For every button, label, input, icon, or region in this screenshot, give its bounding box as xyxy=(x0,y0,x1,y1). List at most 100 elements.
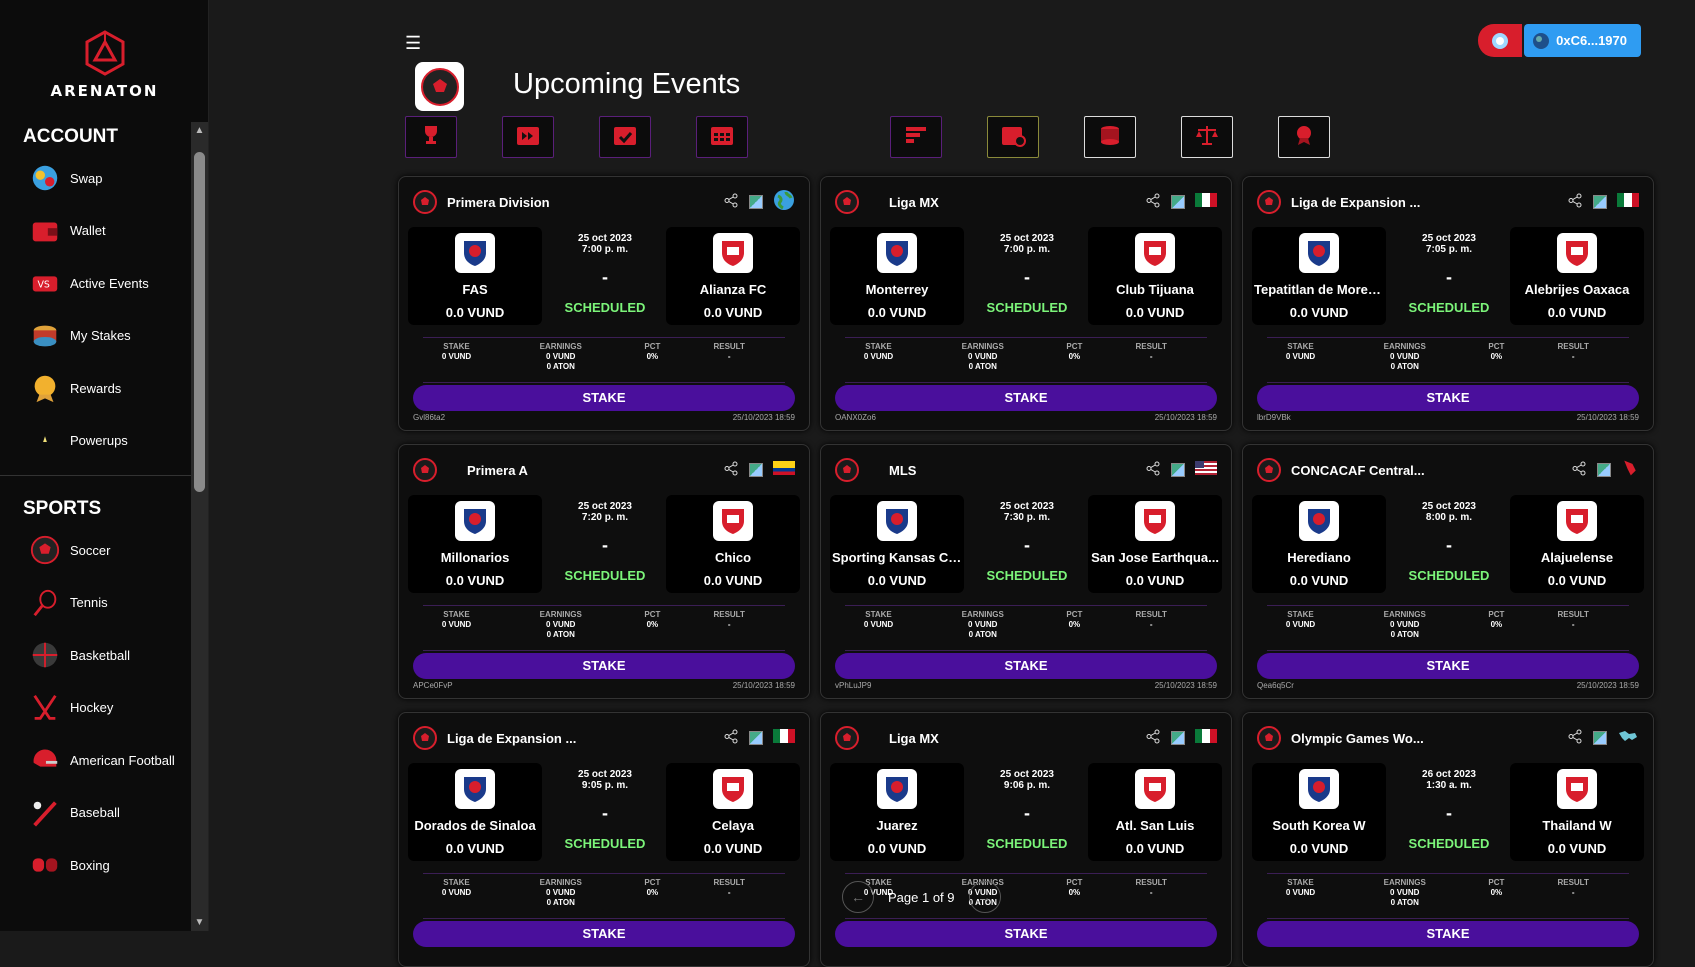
stat-result: RESULT - xyxy=(1557,342,1589,361)
stake-button[interactable]: STAKE xyxy=(835,921,1217,947)
calendar-settings-filter-button[interactable] xyxy=(987,116,1039,158)
event-card[interactable]: CONCACAF Central... Herediano 0.0 VUND 2… xyxy=(1242,444,1654,699)
network-button[interactable] xyxy=(1478,24,1523,57)
divider xyxy=(1267,337,1629,338)
event-updated: 25/10/2023 18:59 xyxy=(1576,681,1639,690)
away-team-panel[interactable]: Chico 0.0 VUND xyxy=(666,495,800,593)
share-icon[interactable] xyxy=(1568,193,1583,212)
event-card[interactable]: Liga de Expansion ... Tepatitlan de More… xyxy=(1242,176,1654,431)
country-flag-icon xyxy=(1617,192,1639,212)
hamburger-menu-icon[interactable]: ☰ xyxy=(405,33,421,54)
balance-filter-button[interactable] xyxy=(1181,116,1233,158)
match-status: SCHEDULED xyxy=(1408,300,1490,315)
sidebar-item-wallet[interactable]: Wallet xyxy=(0,205,191,258)
home-team-panel[interactable]: FAS 0.0 VUND xyxy=(408,227,542,325)
stakes-filter-button[interactable] xyxy=(1084,116,1136,158)
share-icon[interactable] xyxy=(724,461,739,480)
sidebar-item-soccer[interactable]: Soccer xyxy=(0,524,191,577)
event-card-header: MLS xyxy=(835,457,1217,483)
scroll-down-icon[interactable]: ▼ xyxy=(191,914,208,931)
home-team-panel[interactable]: Monterrey 0.0 VUND xyxy=(830,227,964,325)
stake-button[interactable]: STAKE xyxy=(1257,385,1639,411)
home-team-panel[interactable]: South Korea W 0.0 VUND xyxy=(1252,763,1386,861)
stake-button[interactable]: STAKE xyxy=(413,385,795,411)
sidebar-item-boxing[interactable]: Boxing xyxy=(0,839,191,892)
share-icon[interactable] xyxy=(1572,461,1587,480)
divider xyxy=(423,650,785,651)
event-card[interactable]: Liga de Expansion ... Dorados de Sinaloa… xyxy=(398,712,810,967)
stake-button[interactable]: STAKE xyxy=(835,385,1217,411)
scroll-up-icon[interactable]: ▲ xyxy=(191,122,208,139)
scheduled-filter-button[interactable] xyxy=(599,116,651,158)
sort-filter-button[interactable] xyxy=(890,116,942,158)
next-page-button[interactable]: → xyxy=(968,881,1001,913)
broken-image-icon xyxy=(749,731,763,745)
share-icon[interactable] xyxy=(724,729,739,748)
home-team-name: Juarez xyxy=(876,818,918,833)
stake-stats: STAKE 0 VUND EARNINGS 0 VUND 0 ATON PCT … xyxy=(845,342,1207,382)
match-time: 9:06 p. m. xyxy=(1003,780,1051,791)
away-team-panel[interactable]: San Jose Earthqua... 0.0 VUND xyxy=(1088,495,1222,593)
sidebar-item-swap[interactable]: Swap xyxy=(0,152,191,205)
home-team-panel[interactable]: Tepatitlan de Morelos 0.0 VUND xyxy=(1252,227,1386,325)
share-icon[interactable] xyxy=(1146,193,1161,212)
stat-stake: STAKE 0 VUND xyxy=(863,342,894,361)
event-card[interactable]: Liga MX Juarez 0.0 VUND 25 oct 2023 9:06… xyxy=(820,712,1232,967)
trophy-filter-button[interactable] xyxy=(405,116,457,158)
event-card[interactable]: Primera Division FAS 0.0 VUND 25 oct 202… xyxy=(398,176,810,431)
away-team-panel[interactable]: Thailand W 0.0 VUND xyxy=(1510,763,1644,861)
share-icon[interactable] xyxy=(724,193,739,212)
stake-button[interactable]: STAKE xyxy=(1257,921,1639,947)
brand-logo[interactable]: ARENATON xyxy=(0,30,209,100)
upcoming-filter-button[interactable] xyxy=(502,116,554,158)
sidebar-item-label: Powerups xyxy=(70,433,128,449)
event-card[interactable]: Liga MX Monterrey 0.0 VUND 25 oct 2023 7… xyxy=(820,176,1232,431)
event-card-header: Liga de Expansion ... xyxy=(1257,189,1639,215)
previous-page-button[interactable]: ← xyxy=(842,881,874,913)
home-team-panel[interactable]: Dorados de Sinaloa 0.0 VUND xyxy=(408,763,542,861)
home-team-panel[interactable]: Sporting Kansas City 0.0 VUND xyxy=(830,495,964,593)
home-team-crest-icon xyxy=(1299,233,1339,273)
sidebar-scrollbar[interactable]: ▲ ▼ xyxy=(191,122,208,931)
stake-button[interactable]: STAKE xyxy=(1257,653,1639,679)
scrollbar-thumb[interactable] xyxy=(194,152,205,492)
wallet-address-button[interactable]: 0xC6...1970 xyxy=(1524,24,1641,57)
league-name: Liga de Expansion ... xyxy=(1291,194,1421,210)
event-card[interactable]: Olympic Games Wo... South Korea W 0.0 VU… xyxy=(1242,712,1654,967)
away-team-panel[interactable]: Club Tijuana 0.0 VUND xyxy=(1088,227,1222,325)
divider xyxy=(423,918,785,919)
home-team-panel[interactable]: Juarez 0.0 VUND xyxy=(830,763,964,861)
pagination: ← Page 1 of 9 → xyxy=(842,881,1001,913)
sidebar-item-active-events[interactable]: VS Active Events xyxy=(0,257,191,310)
sidebar-item-tennis[interactable]: Tennis xyxy=(0,577,191,630)
stake-button[interactable]: STAKE xyxy=(413,653,795,679)
sidebar-item-rewards[interactable]: Rewards xyxy=(0,362,191,415)
home-team-panel[interactable]: Millonarios 0.0 VUND xyxy=(408,495,542,593)
stat-pct: PCT 0% xyxy=(1066,342,1083,361)
event-card[interactable]: Primera A Millonarios 0.0 VUND 25 oct 20… xyxy=(398,444,810,699)
sidebar-item-hockey[interactable]: Hockey xyxy=(0,682,191,735)
away-team-panel[interactable]: Alebrijes Oaxaca 0.0 VUND xyxy=(1510,227,1644,325)
stake-button[interactable]: STAKE xyxy=(835,653,1217,679)
event-id: OANX0Zo6 xyxy=(835,413,876,422)
away-team-panel[interactable]: Alajuelense 0.0 VUND xyxy=(1510,495,1644,593)
away-team-pool: 0.0 VUND xyxy=(1547,573,1607,588)
share-icon[interactable] xyxy=(1568,729,1583,748)
share-icon[interactable] xyxy=(1146,461,1161,480)
stake-button[interactable]: STAKE xyxy=(413,921,795,947)
sidebar-item-baseball[interactable]: Baseball xyxy=(0,787,191,840)
home-team-name: FAS xyxy=(462,282,488,297)
sidebar-item-powerups[interactable]: Powerups xyxy=(0,415,191,468)
away-team-panel[interactable]: Alianza FC 0.0 VUND xyxy=(666,227,800,325)
calendar-filter-button[interactable] xyxy=(696,116,748,158)
sidebar-item-basketball[interactable]: Basketball xyxy=(0,629,191,682)
event-id: APCe0FvP xyxy=(413,681,453,690)
share-icon[interactable] xyxy=(1146,729,1161,748)
home-team-panel[interactable]: Herediano 0.0 VUND xyxy=(1252,495,1386,593)
event-card[interactable]: MLS Sporting Kansas City 0.0 VUND 25 oct… xyxy=(820,444,1232,699)
sidebar-item-my-stakes[interactable]: My Stakes xyxy=(0,310,191,363)
sidebar-item-american-football[interactable]: American Football xyxy=(0,734,191,787)
away-team-panel[interactable]: Celaya 0.0 VUND xyxy=(666,763,800,861)
rewards-filter-button[interactable] xyxy=(1278,116,1330,158)
away-team-panel[interactable]: Atl. San Luis 0.0 VUND xyxy=(1088,763,1222,861)
